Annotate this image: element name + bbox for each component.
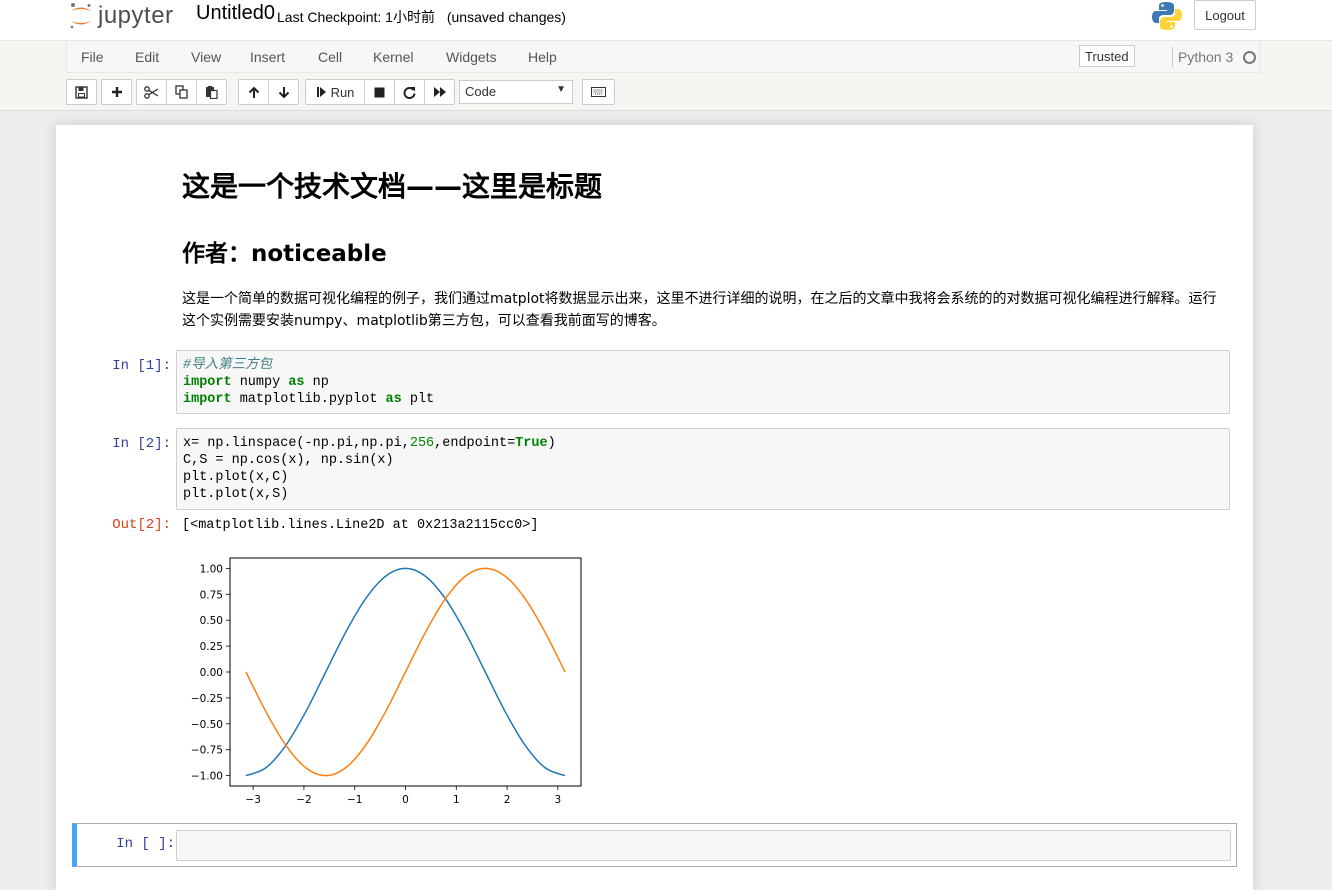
menubar: File Edit View Insert Cell Kernel Widget…: [66, 40, 1260, 73]
code-line: import matplotlib.pyplot as plt: [183, 392, 435, 407]
x-tick-label: −3: [245, 794, 260, 806]
restart-run-all-button[interactable]: [424, 79, 455, 105]
y-tick-label: −0.75: [191, 745, 223, 757]
copy-icon: [175, 85, 188, 99]
notebook-container: 这是一个技术文档——这里是标题 作者：noticeable 这是一个简单的数据可…: [56, 125, 1253, 890]
markdown-paragraph: 这是一个简单的数据可视化编程的例子，我们通过matplot将数据显示出来，这里不…: [182, 291, 1217, 329]
move-group: [238, 79, 299, 105]
menu-cell[interactable]: Cell: [318, 49, 342, 65]
scissors-icon: [144, 85, 159, 99]
keyboard-icon: [591, 87, 606, 97]
selected-cell[interactable]: In [ ]:: [72, 823, 1237, 867]
logout-button[interactable]: Logout: [1194, 0, 1256, 30]
floppy-disk-icon: [75, 85, 88, 99]
menu-kernel[interactable]: Kernel: [373, 49, 413, 65]
code-line: plt.plot(x,S): [183, 487, 289, 502]
markdown-author: 作者：noticeable: [182, 241, 387, 267]
run-label: Run: [330, 84, 355, 100]
checkpoint-status: Last Checkpoint: 1小时前 (unsaved changes): [277, 7, 566, 27]
kernel-idle-icon: [1243, 51, 1256, 64]
input-prompt: In [ ]:: [116, 836, 175, 852]
run-button[interactable]: Run: [305, 79, 365, 105]
paste-icon: [206, 86, 218, 99]
menu-insert[interactable]: Insert: [250, 49, 285, 65]
y-tick-label: 0.25: [200, 641, 223, 653]
kernel-separator: [1172, 47, 1173, 67]
jupyter-logo-icon: [70, 3, 91, 29]
code-cell-editor[interactable]: x= np.linspace(-np.pi,np.pi,256,endpoint…: [176, 428, 1230, 510]
step-forward-icon: [316, 87, 326, 97]
code-cell-editor[interactable]: #导入第三方包 import numpy as np import matplo…: [176, 350, 1230, 414]
menu-view[interactable]: View: [191, 49, 221, 65]
caret-down-icon: ▼: [556, 84, 566, 95]
unsaved-changes-text: (unsaved changes): [446, 9, 566, 25]
line-chart: −3 −2 −1 0 1 2 3 1.00 0.75 0.50 0.25 0.00 −0.25 −0.50…: [191, 557, 582, 806]
code-line: C,S = np.cos(x), np.sin(x): [183, 453, 394, 468]
jupyter-brand-text: jupyter: [98, 2, 174, 29]
y-tick-label: 0.00: [200, 667, 223, 679]
save-group: [66, 79, 97, 105]
plus-icon: [111, 87, 122, 97]
y-tick-label: −0.25: [191, 693, 223, 705]
sin-series-line: [245, 567, 566, 777]
x-tick-label: 3: [555, 794, 562, 806]
menu-edit[interactable]: Edit: [135, 49, 159, 65]
edit-group: [136, 79, 227, 105]
output-text: [<matplotlib.lines.Line2D at 0x213a2115c…: [182, 518, 539, 533]
plot-lines: [245, 567, 566, 777]
command-palette-button[interactable]: [582, 79, 615, 105]
y-tick-label: −0.50: [191, 719, 223, 731]
kernel-name[interactable]: Python 3: [1178, 49, 1233, 65]
insert-cell-below-button[interactable]: [101, 79, 132, 105]
cell-type-select[interactable]: Code ▼: [459, 80, 573, 104]
copy-button[interactable]: [166, 79, 197, 105]
refresh-icon: [403, 86, 416, 99]
notebook-name[interactable]: Untitled0: [196, 2, 275, 25]
output-prompt: Out[2]:: [112, 517, 171, 533]
menu-widgets[interactable]: Widgets: [446, 49, 497, 65]
notebook-header: jupyter Untitled0 Last Checkpoint: 1小时前 …: [0, 0, 1332, 111]
restart-kernel-button[interactable]: [394, 79, 425, 105]
keyboard-group: [582, 79, 615, 105]
checkpoint-text: Last Checkpoint: 1小时前: [277, 9, 435, 25]
markdown-title: 这是一个技术文档——这里是标题: [182, 170, 603, 203]
python-logo-icon: [1152, 2, 1182, 30]
x-tick-label: 2: [504, 794, 511, 806]
axis-ticks: −3 −2 −1 0 1 2 3 1.00 0.75 0.50 0.25 0.00 −0.25 −0.50…: [191, 563, 561, 806]
code-line: #导入第三方包: [183, 358, 273, 373]
y-tick-label: 0.50: [200, 615, 223, 627]
cell-type-value: Code: [465, 84, 497, 99]
move-down-button[interactable]: [268, 79, 299, 105]
run-group: Run: [305, 79, 455, 105]
input-prompt: In [1]:: [112, 358, 171, 374]
jupyter-logo[interactable]: jupyter: [68, 0, 174, 32]
y-tick-label: 0.75: [200, 589, 223, 601]
header-top-bar: jupyter Untitled0 Last Checkpoint: 1小时前 …: [0, 0, 1332, 41]
menu-file[interactable]: File: [81, 49, 104, 65]
code-line: plt.plot(x,C): [183, 470, 289, 485]
arrow-up-icon: [248, 86, 259, 98]
stop-icon: [374, 87, 385, 97]
x-tick-label: −1: [347, 794, 362, 806]
fast-forward-icon: [433, 87, 446, 97]
code-line: x= np.linspace(-np.pi,np.pi,256,endpoint…: [183, 436, 556, 451]
menu-help[interactable]: Help: [528, 49, 557, 65]
input-prompt: In [2]:: [112, 436, 171, 452]
x-tick-label: −2: [296, 794, 311, 806]
insert-group: [101, 79, 132, 105]
empty-code-editor[interactable]: [176, 830, 1231, 861]
y-tick-label: −1.00: [191, 771, 223, 783]
move-up-button[interactable]: [238, 79, 269, 105]
trusted-indicator[interactable]: Trusted: [1079, 45, 1135, 67]
save-button[interactable]: [66, 79, 97, 105]
arrow-down-icon: [278, 86, 289, 98]
interrupt-kernel-button[interactable]: [364, 79, 395, 105]
y-tick-label: 1.00: [200, 563, 223, 575]
code-line: import numpy as np: [183, 375, 329, 390]
x-tick-label: 1: [453, 794, 460, 806]
notebook-toolbar: Run: [0, 76, 1332, 108]
paste-button[interactable]: [196, 79, 227, 105]
cut-button[interactable]: [136, 79, 167, 105]
x-tick-label: 0: [402, 794, 409, 806]
